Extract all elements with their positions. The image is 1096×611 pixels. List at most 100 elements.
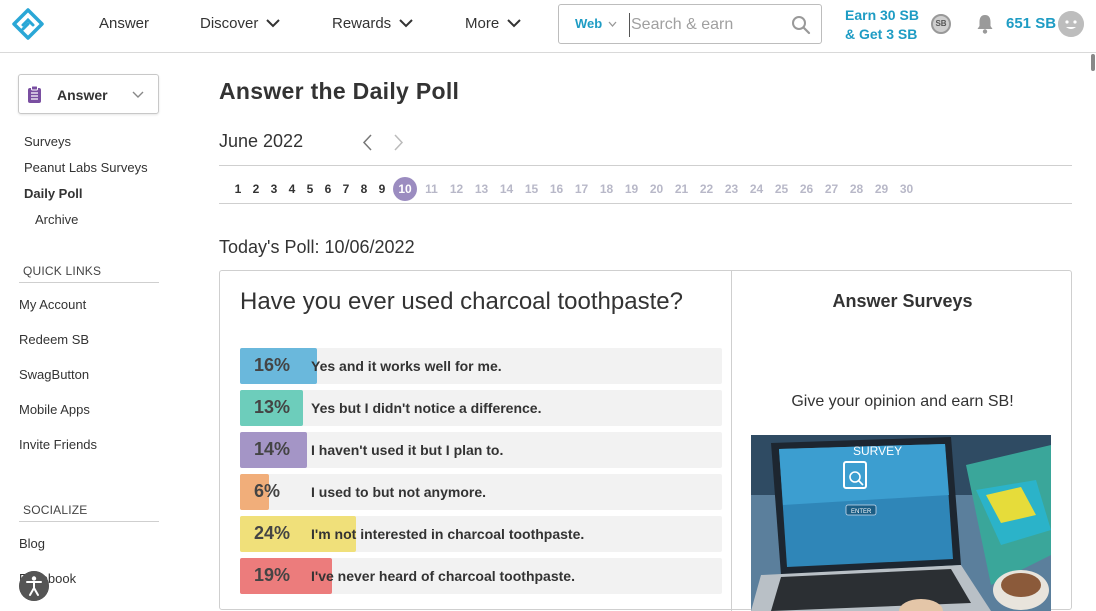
poll-date: Today's Poll: 10/06/2022 bbox=[219, 237, 415, 257]
nav-discover[interactable]: Discover bbox=[200, 15, 281, 32]
poll-result-answer: I used to but not anymore. bbox=[311, 484, 487, 500]
day-14: 14 bbox=[499, 182, 514, 196]
day-28: 28 bbox=[849, 182, 864, 196]
day-2[interactable]: 2 bbox=[247, 177, 265, 201]
social-link-blog[interactable]: Blog bbox=[19, 536, 45, 551]
quick-link-my-account[interactable]: My Account bbox=[19, 297, 86, 312]
day-selector: 1 2 3 4 5 6 7 8 9 10 11 12 13 14 15 16 17 18 19 20 21 22 23 24 2… bbox=[229, 176, 919, 202]
poll-result-percent: 19% bbox=[254, 565, 291, 585]
day-5[interactable]: 5 bbox=[301, 177, 319, 201]
day-7[interactable]: 7 bbox=[337, 177, 355, 201]
swagbucks-logo-icon[interactable] bbox=[12, 8, 44, 40]
poll-result-percent: 16% bbox=[254, 355, 291, 375]
quick-link-swagbutton[interactable]: SwagButton bbox=[19, 367, 89, 382]
promo-screen-text: SURVEY bbox=[853, 444, 902, 458]
quick-link-invite-friends[interactable]: Invite Friends bbox=[19, 437, 97, 452]
day-29: 29 bbox=[874, 182, 889, 196]
poll-result-row: 19% I've never heard of charcoal toothpas… bbox=[240, 558, 722, 594]
accessibility-icon[interactable] bbox=[19, 571, 49, 601]
search-input[interactable] bbox=[629, 13, 784, 37]
day-6[interactable]: 6 bbox=[319, 177, 337, 201]
poll-result-row: 6% I used to but not anymore. bbox=[240, 474, 722, 510]
chevron-right-icon[interactable] bbox=[393, 134, 405, 151]
poll-result-row: 14% I haven't used it but I plan to. bbox=[240, 432, 722, 468]
day-15: 15 bbox=[524, 182, 539, 196]
sb-coin-icon[interactable]: SB bbox=[931, 14, 951, 34]
poll-question: Have you ever used charcoal toothpaste? bbox=[240, 288, 683, 315]
poll-result-percent: 14% bbox=[254, 439, 291, 459]
survey-laptop-image[interactable]: SURVEY ENTER bbox=[751, 435, 1051, 611]
day-30: 30 bbox=[899, 182, 914, 196]
day-21: 21 bbox=[674, 182, 689, 196]
nav-rewards[interactable]: Rewards bbox=[332, 15, 413, 32]
quick-link-mobile-apps[interactable]: Mobile Apps bbox=[19, 402, 90, 417]
sidebar-item-daily-poll[interactable]: Daily Poll bbox=[24, 186, 83, 201]
poll-result-percent: 24% bbox=[254, 523, 291, 543]
poll-result-row: 24% I'm not interested in charcoal toothp… bbox=[240, 516, 722, 552]
page-scrollbar[interactable] bbox=[1091, 54, 1095, 71]
calendar-top-divider bbox=[219, 165, 1072, 166]
poll-result-percent: 13% bbox=[254, 397, 291, 417]
day-8[interactable]: 8 bbox=[355, 177, 373, 201]
chevron-down-icon bbox=[507, 19, 521, 28]
bell-icon[interactable] bbox=[975, 13, 995, 35]
poll-result-answer: Yes and it works well for me. bbox=[311, 358, 502, 374]
day-26: 26 bbox=[799, 182, 814, 196]
day-9[interactable]: 9 bbox=[373, 177, 391, 201]
day-23: 23 bbox=[724, 182, 739, 196]
section-selector-label: Answer bbox=[57, 87, 108, 103]
section-selector[interactable]: Answer bbox=[18, 74, 159, 114]
day-4[interactable]: 4 bbox=[283, 177, 301, 201]
chevron-down-icon bbox=[266, 19, 281, 28]
sidebar-item-archive[interactable]: Archive bbox=[35, 212, 78, 227]
nav-more[interactable]: More bbox=[465, 15, 521, 32]
poll-card: Have you ever used charcoal toothpaste? … bbox=[219, 270, 1072, 611]
day-12: 12 bbox=[449, 182, 464, 196]
search-scope-select[interactable]: Web bbox=[575, 16, 617, 31]
poll-result-answer: I'm not interested in charcoal toothpast… bbox=[311, 526, 585, 542]
day-16: 16 bbox=[549, 182, 564, 196]
calendar-bottom-divider bbox=[219, 203, 1072, 204]
poll-result-answer: I haven't used it but I plan to. bbox=[311, 442, 504, 458]
poll-card-divider bbox=[731, 271, 732, 611]
poll-result-row: 16% Yes and it works well for me. bbox=[240, 348, 722, 384]
chevron-left-icon[interactable] bbox=[361, 134, 373, 151]
chevron-down-icon bbox=[608, 21, 617, 27]
page-title: Answer the Daily Poll bbox=[219, 78, 460, 104]
search-icon[interactable] bbox=[791, 15, 811, 35]
clipboard-icon bbox=[28, 86, 41, 103]
sb-balance[interactable]: 651 SB bbox=[1006, 15, 1056, 32]
sidebar-item-peanut-labs-surveys[interactable]: Peanut Labs Surveys bbox=[24, 160, 148, 175]
poll-result-percent: 6% bbox=[254, 481, 281, 501]
day-19: 19 bbox=[624, 182, 639, 196]
nav-answer-label: Answer bbox=[99, 15, 150, 32]
chevron-down-icon bbox=[399, 19, 413, 28]
search-scope-label: Web bbox=[575, 16, 603, 31]
nav-discover-label: Discover bbox=[200, 15, 259, 32]
day-11: 11 bbox=[425, 182, 438, 196]
nav-more-label: More bbox=[465, 15, 500, 32]
poll-result-row: 13% Yes but I didn't notice a difference. bbox=[240, 390, 722, 426]
promo-text: Give your opinion and earn SB! bbox=[791, 393, 1014, 410]
socialize-divider bbox=[19, 521, 159, 522]
quick-link-redeem-sb[interactable]: Redeem SB bbox=[19, 332, 89, 347]
day-25: 25 bbox=[774, 182, 789, 196]
day-17: 17 bbox=[574, 182, 589, 196]
avatar-icon[interactable] bbox=[1058, 11, 1084, 37]
sidebar-item-surveys[interactable]: Surveys bbox=[24, 134, 71, 149]
quick-links-heading: QUICK LINKS bbox=[23, 264, 102, 278]
month-label: June 2022 bbox=[219, 131, 304, 151]
promo-title: Answer Surveys bbox=[832, 291, 973, 311]
day-10[interactable]: 10 bbox=[393, 177, 417, 201]
nav-answer[interactable]: Answer bbox=[99, 15, 149, 32]
search-bar: Web bbox=[558, 4, 822, 44]
top-header: Answer Discover Rewards More Web Earn 30… bbox=[0, 0, 1096, 53]
poll-result-answer: Yes but I didn't notice a difference. bbox=[311, 400, 542, 416]
quick-links-divider bbox=[19, 282, 159, 283]
earn-offer-link[interactable]: Earn 30 SB & Get 3 SB bbox=[845, 6, 919, 44]
day-18: 18 bbox=[599, 182, 614, 196]
promo-button-text: ENTER bbox=[851, 509, 872, 515]
earn-offer-line2: & Get 3 SB bbox=[845, 26, 918, 42]
day-3[interactable]: 3 bbox=[265, 177, 283, 201]
day-1[interactable]: 1 bbox=[229, 177, 247, 201]
